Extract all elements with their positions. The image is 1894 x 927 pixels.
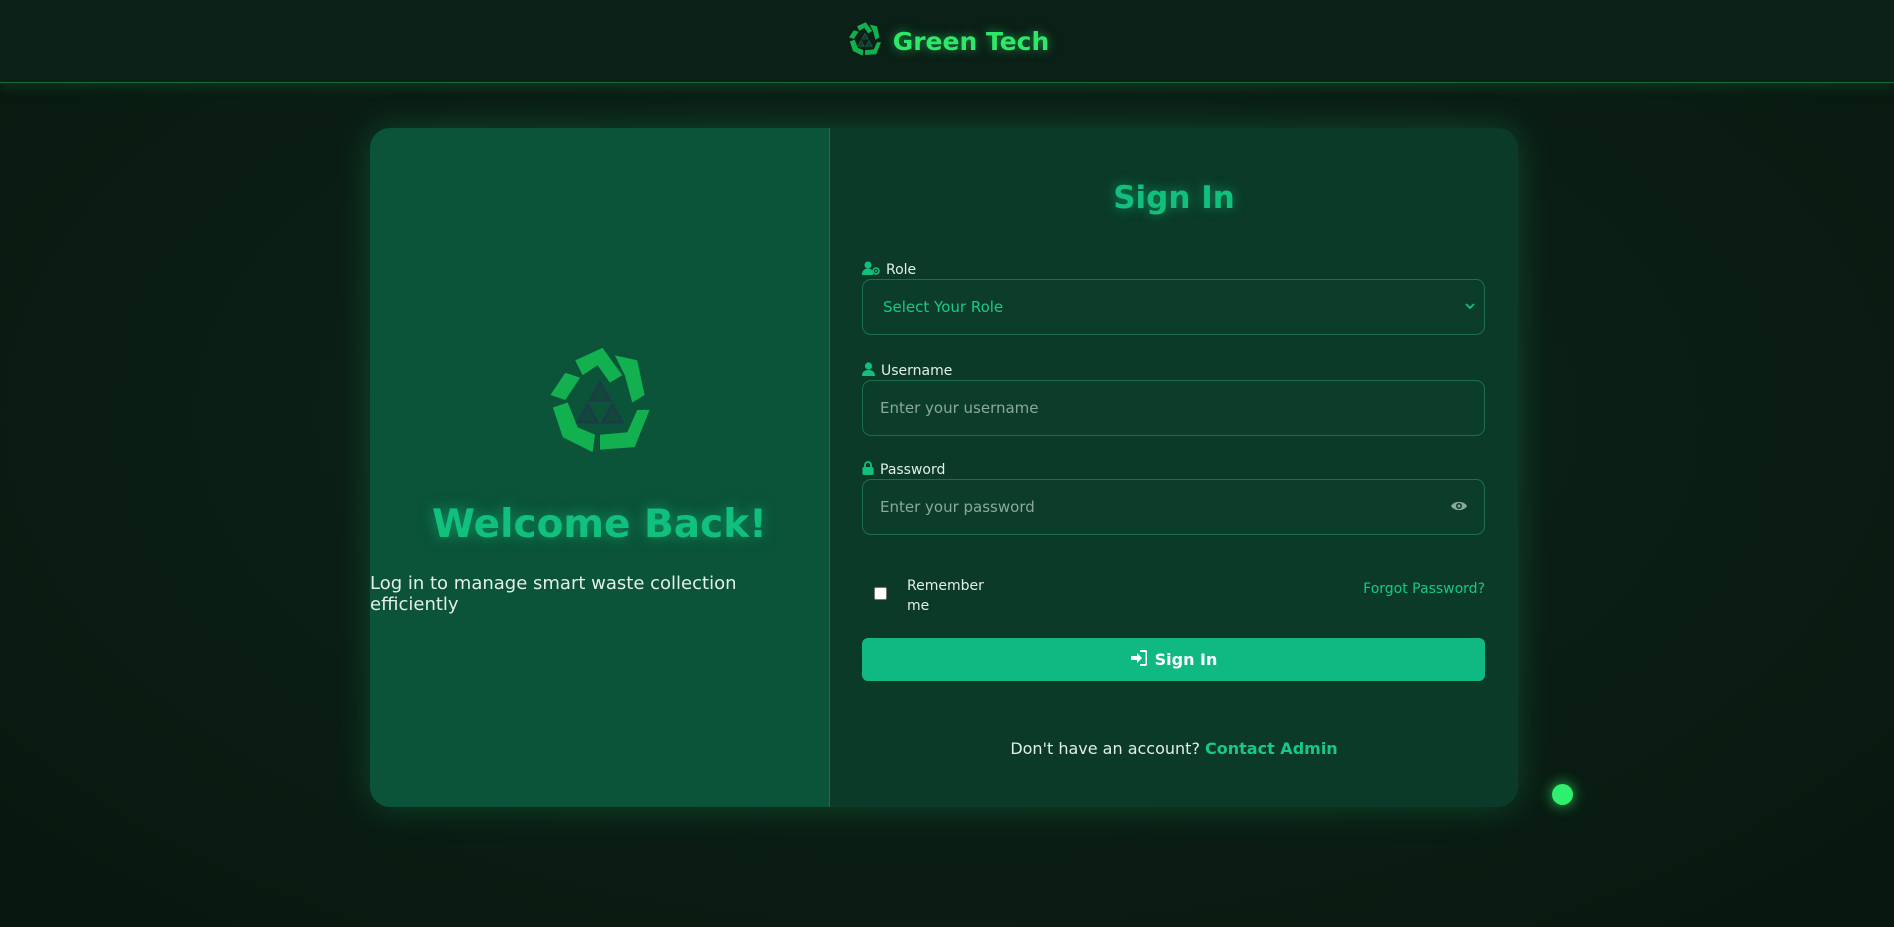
user-gear-icon (862, 261, 880, 279)
welcome-heading: Welcome Back! (432, 502, 767, 547)
forgot-password-link[interactable]: Forgot Password? (1363, 581, 1485, 597)
top-bar: Green Tech (0, 0, 1894, 83)
role-label: Role (862, 261, 916, 279)
brand-title: Green Tech (892, 26, 1050, 56)
form-title: Sign In (1113, 180, 1235, 216)
sign-in-icon (1130, 649, 1148, 670)
remember-row: Remember me Forgot Password? (862, 569, 1485, 619)
recycle-icon (845, 19, 885, 63)
remember-label: Remember me (907, 578, 984, 614)
user-icon (862, 362, 875, 380)
brand[interactable]: Green Tech (845, 19, 1050, 63)
contact-admin-line: Don't have an account? Contact Admin (830, 739, 1518, 758)
sign-in-form: Sign In Role Select Your Role Username E… (830, 128, 1518, 807)
contact-admin-link[interactable]: Contact Admin (1205, 739, 1338, 758)
username-label-text: Username (881, 363, 953, 379)
status-indicator-dot[interactable] (1552, 784, 1573, 805)
sign-in-button[interactable]: Sign In (862, 638, 1485, 681)
account-prompt: Don't have an account? (1010, 739, 1200, 758)
sign-in-button-label: Sign In (1154, 650, 1218, 669)
password-placeholder: Enter your password (880, 498, 1035, 516)
role-select-value: Select Your Role (883, 298, 1004, 316)
login-card: Welcome Back! Log in to manage smart was… (370, 128, 1518, 807)
chevron-down-icon (1464, 298, 1476, 316)
eye-icon[interactable] (1450, 499, 1468, 517)
recycle-icon (538, 338, 662, 466)
password-label-text: Password (880, 462, 946, 478)
welcome-subtitle: Log in to manage smart waste collection … (370, 573, 737, 615)
remember-checkbox[interactable] (874, 587, 887, 600)
username-placeholder: Enter your username (880, 399, 1039, 417)
welcome-panel: Welcome Back! Log in to manage smart was… (370, 128, 830, 807)
password-input[interactable]: Enter your password (862, 479, 1485, 535)
lock-icon (862, 461, 874, 479)
username-label: Username (862, 362, 952, 380)
username-input[interactable]: Enter your username (862, 380, 1485, 436)
role-label-text: Role (886, 262, 917, 278)
password-label: Password (862, 461, 945, 479)
role-select[interactable]: Select Your Role (862, 279, 1485, 335)
